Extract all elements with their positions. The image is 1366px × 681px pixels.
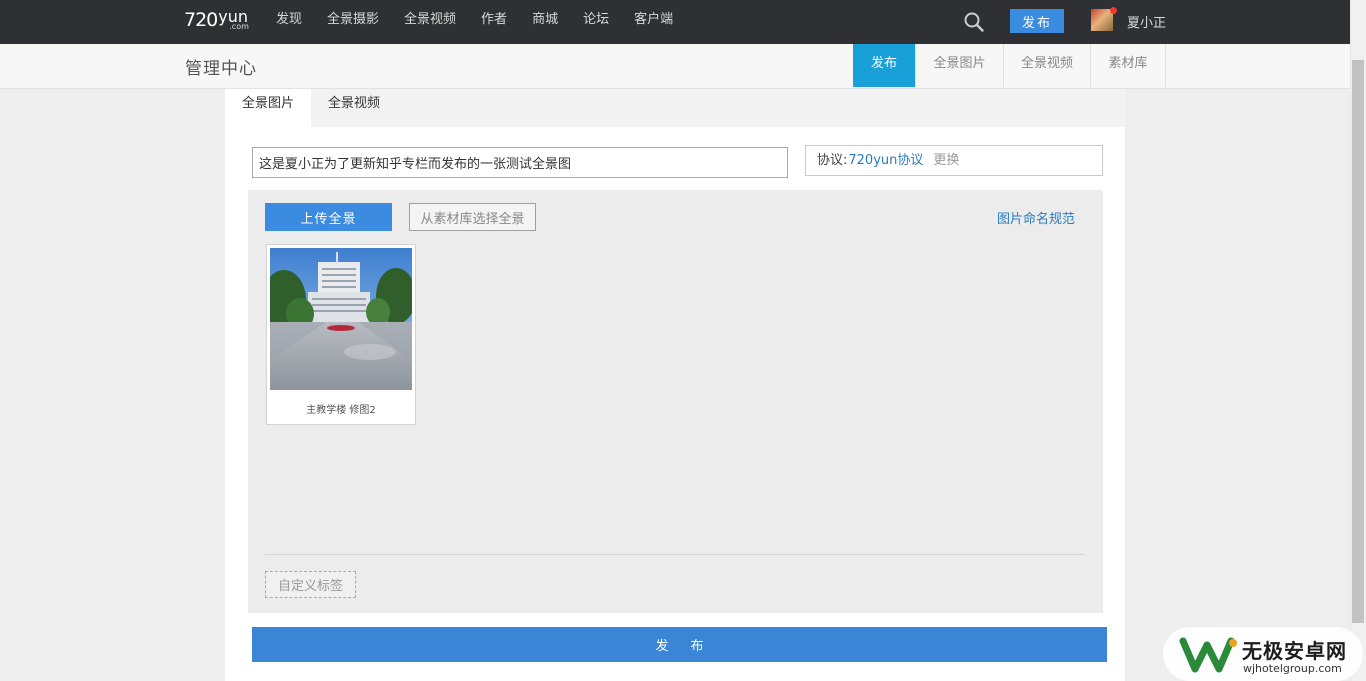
panorama-thumbnail[interactable] [270,248,412,390]
protocol-label: 协议: [817,153,848,168]
username[interactable]: 夏小正 [1127,12,1166,31]
image-card[interactable]: 主教学楼 修图2 [266,244,416,425]
main-nav: 发现 全景摄影 全景视频 作者 商城 论坛 客户端 [276,0,698,44]
custom-tag-button[interactable]: 自定义标签 [265,571,356,598]
divider [265,554,1085,555]
protocol-box: 协议:720yun协议 更换 [805,145,1103,176]
nav-panorama-photo[interactable]: 全景摄影 [327,0,379,44]
nav-discover[interactable]: 发现 [276,0,302,44]
select-from-library-button[interactable]: 从素材库选择全景 [409,203,536,231]
work-title-input[interactable] [252,147,788,178]
logo-domain: .com [229,22,249,31]
nav-panorama-video[interactable]: 全景视频 [404,0,456,44]
media-type-tabs: 全景图片 全景视频 [225,89,1125,127]
tab-panorama-videos-upload[interactable]: 全景视频 [311,89,397,127]
search-icon[interactable] [963,11,985,33]
logo-main: 720 [184,9,218,31]
watermark-title: 无极安卓网 [1242,639,1347,663]
tab-panorama-videos[interactable]: 全景视频 [1003,44,1090,87]
protocol-change-link[interactable]: 更换 [933,153,959,168]
upload-panorama-button[interactable]: 上传全景 [265,203,392,231]
sub-header: 管理中心 发布 全景图片 全景视频 素材库 [0,44,1350,89]
publish-submit-button[interactable]: 发 布 [252,627,1107,662]
tab-publish[interactable]: 发布 [853,44,915,87]
nav-authors[interactable]: 作者 [481,0,507,44]
top-navbar: 720 yun .com 发现 全景摄影 全景视频 作者 商城 论坛 客户端 发… [0,0,1350,44]
admin-tabs: 发布 全景图片 全景视频 素材库 [853,44,1166,87]
protocol-link[interactable]: 720yun协议 [848,153,923,168]
header-publish-button[interactable]: 发布 [1010,9,1064,33]
tab-material-library[interactable]: 素材库 [1090,44,1165,87]
logo-suffix: yun .com [218,7,249,31]
notification-dot [1110,7,1117,14]
nav-forum[interactable]: 论坛 [583,0,609,44]
image-naming-rules-link[interactable]: 图片命名规范 [997,208,1075,227]
tab-panorama-images-upload[interactable]: 全景图片 [225,89,311,127]
nav-client[interactable]: 客户端 [634,0,673,44]
tab-panorama-images[interactable]: 全景图片 [915,44,1003,87]
site-logo[interactable]: 720 yun .com [184,7,249,34]
watermark-url: wjhotelgroup.com [1243,662,1342,675]
scrollbar-thumb[interactable] [1352,60,1364,623]
watermark-logo-icon [1179,637,1237,673]
image-caption[interactable]: 主教学楼 修图2 [267,401,415,416]
page-title: 管理中心 [185,59,257,79]
nav-shop[interactable]: 商城 [532,0,558,44]
